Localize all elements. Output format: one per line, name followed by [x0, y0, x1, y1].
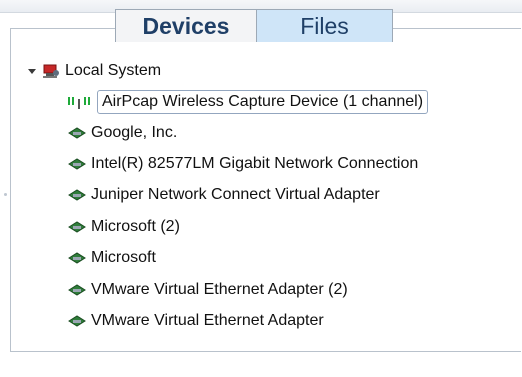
network-adapter-icon: [67, 281, 87, 299]
tree-item-label: AirPcap Wireless Capture Device (1 chann…: [102, 93, 424, 110]
tree-item-label: Google, Inc.: [91, 124, 178, 141]
panel-edge-marker: [4, 193, 7, 196]
triangle-down-icon[interactable]: [27, 66, 37, 76]
tree-item-label: Intel(R) 82577LM Gigabit Network Connect…: [91, 155, 419, 172]
tree-item-vmware-2[interactable]: VMware Virtual Ethernet Adapter (2): [67, 278, 348, 302]
device-tree: Local System AirPcap Wireless Capture De…: [11, 29, 521, 351]
tree-item-microsoft-2[interactable]: Microsoft (2): [67, 215, 180, 239]
network-adapter-icon: [67, 218, 87, 236]
network-adapter-icon: [67, 249, 87, 267]
tab-devices[interactable]: Devices: [115, 9, 257, 42]
network-adapter-icon: [67, 186, 87, 204]
wireless-antenna-icon: [65, 93, 93, 111]
tree-item-google[interactable]: Google, Inc.: [67, 121, 177, 145]
devices-panel: Local System AirPcap Wireless Capture De…: [10, 28, 521, 352]
selected-item-box: AirPcap Wireless Capture Device (1 chann…: [97, 90, 429, 114]
tree-item-airpcap[interactable]: AirPcap Wireless Capture Device (1 chann…: [65, 90, 429, 114]
tree-node-label: Local System: [65, 62, 162, 79]
tree-item-label: VMware Virtual Ethernet Adapter: [91, 312, 324, 329]
tree-item-label: VMware Virtual Ethernet Adapter (2): [91, 281, 348, 298]
computer-network-icon: [41, 62, 61, 80]
network-adapter-icon: [67, 312, 87, 330]
network-adapter-icon: [67, 124, 87, 142]
view-tabs: Devices Files: [115, 9, 393, 43]
tree-item-label: Microsoft: [91, 249, 156, 266]
tree-item-vmware[interactable]: VMware Virtual Ethernet Adapter: [67, 309, 324, 333]
tree-item-juniper[interactable]: Juniper Network Connect Virtual Adapter: [67, 183, 380, 207]
tree-node-local-system[interactable]: Local System: [27, 59, 161, 83]
tree-item-label: Microsoft (2): [91, 218, 180, 235]
tree-item-label: Juniper Network Connect Virtual Adapter: [91, 186, 380, 203]
tree-item-microsoft[interactable]: Microsoft: [67, 246, 156, 270]
network-adapter-icon: [67, 155, 87, 173]
tab-files[interactable]: Files: [256, 9, 393, 42]
tree-item-intel[interactable]: Intel(R) 82577LM Gigabit Network Connect…: [67, 152, 418, 176]
